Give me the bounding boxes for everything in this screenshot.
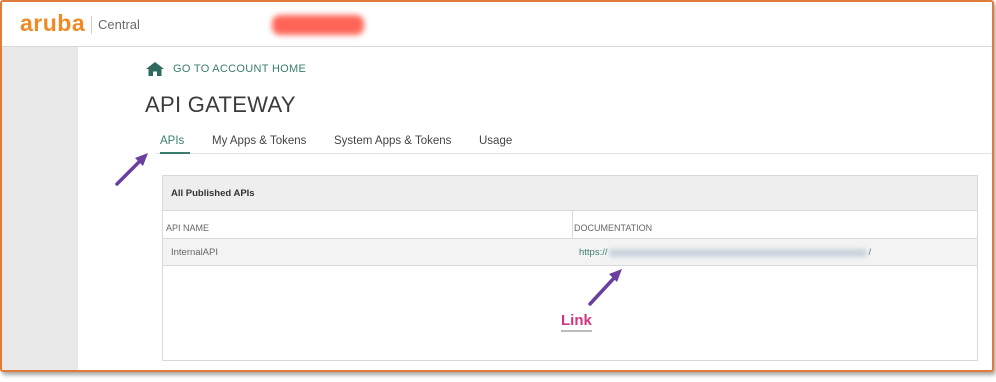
- tab-bar: APIs My Apps & Tokens System Apps & Toke…: [156, 133, 992, 154]
- product-name: Central: [98, 17, 140, 32]
- panel-title: All Published APIs: [171, 188, 255, 199]
- api-name-cell: InternalAPI: [171, 247, 218, 258]
- tab-my-apps-tokens[interactable]: My Apps & Tokens: [212, 135, 306, 147]
- home-icon: [146, 62, 164, 76]
- column-header-api-name[interactable]: API NAME: [166, 211, 209, 237]
- annotation-arrow-apis-tab: [115, 153, 148, 186]
- tab-system-apps-tokens[interactable]: System Apps & Tokens: [334, 135, 451, 147]
- redacted-url: [608, 248, 867, 257]
- home-link-label: GO TO ACCOUNT HOME: [173, 63, 307, 75]
- documentation-link-prefix: https://: [579, 247, 608, 258]
- active-tab-indicator: [160, 152, 190, 154]
- tab-apis[interactable]: APIs: [160, 135, 190, 154]
- published-apis-panel: All Published APIs API NAME DOCUMENTATIO…: [162, 175, 978, 361]
- app-window: aruba Central GO TO ACCOUNT HOME API GAT…: [0, 0, 994, 372]
- logo-divider: [91, 16, 92, 34]
- table-row[interactable]: InternalAPI https:// /: [163, 239, 977, 266]
- column-header-documentation[interactable]: DOCUMENTATION: [574, 211, 652, 237]
- go-to-account-home-link[interactable]: GO TO ACCOUNT HOME: [146, 62, 306, 76]
- tab-usage[interactable]: Usage: [479, 135, 512, 147]
- aruba-logo[interactable]: aruba: [20, 10, 85, 37]
- top-header: aruba Central: [2, 2, 992, 47]
- documentation-link[interactable]: https:// /: [579, 247, 871, 258]
- annotation-arrow-link: [588, 269, 622, 306]
- documentation-link-suffix: /: [868, 247, 872, 258]
- redacted-user-badge: [272, 15, 364, 35]
- panel-header: All Published APIs: [163, 176, 977, 211]
- annotation-link-label: Link: [561, 312, 592, 332]
- left-sidebar: [2, 47, 78, 370]
- tab-label: APIs: [160, 135, 185, 147]
- page-title: API GATEWAY: [145, 92, 296, 117]
